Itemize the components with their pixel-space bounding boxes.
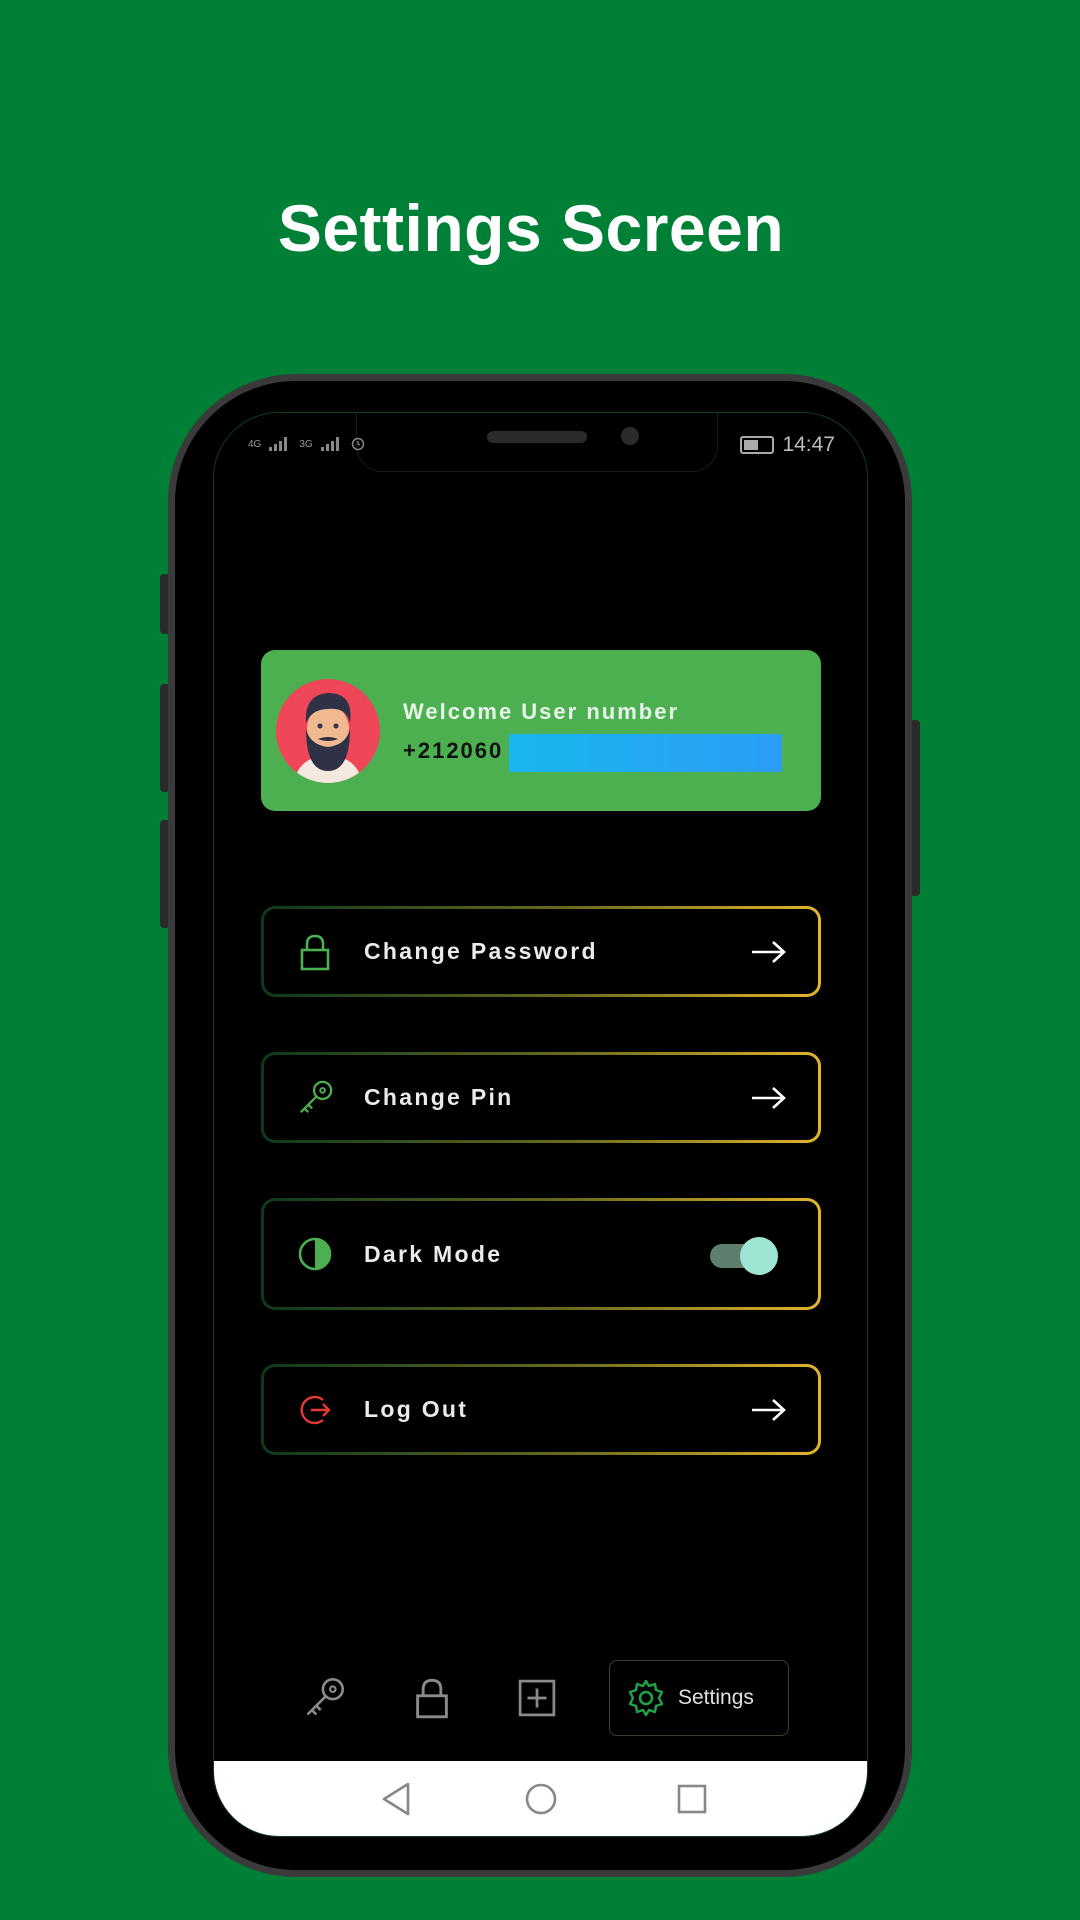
battery-icon	[740, 436, 775, 454]
status-right: 14:47	[740, 433, 835, 457]
log-out-button[interactable]: Log Out	[261, 1364, 821, 1455]
change-password-button[interactable]: Change Password	[261, 906, 821, 997]
redacted-number	[509, 734, 782, 772]
dark-mode-row: Dark Mode	[261, 1198, 821, 1310]
half-circle-icon	[296, 1234, 334, 1274]
toggle-knob	[740, 1237, 778, 1275]
page-title: Settings Screen	[277, 191, 785, 265]
bottom-nav: Settings	[214, 1658, 867, 1738]
arrow-right-icon	[752, 1398, 786, 1421]
signal-4g: 4G	[248, 438, 262, 450]
signal-3g: 3G	[299, 438, 313, 450]
lock-icon	[416, 1678, 448, 1719]
speaker	[487, 431, 587, 443]
nav-lock-button[interactable]	[402, 1658, 462, 1738]
phone-screen: 4G 3G 14:47 Welcome User number +212060	[213, 412, 868, 1837]
logout-icon	[296, 1390, 334, 1430]
status-left: 4G 3G	[248, 437, 365, 451]
key-icon	[296, 1078, 334, 1118]
arrow-right-icon	[752, 940, 786, 963]
signal-icon	[320, 437, 339, 451]
notch	[356, 413, 718, 472]
lock-icon	[296, 932, 334, 972]
menu-label: Dark Mode	[364, 1240, 503, 1267]
menu-label: Change Pin	[364, 1084, 514, 1110]
nav-key-button[interactable]	[294, 1658, 354, 1738]
camera	[621, 427, 639, 445]
add-square-icon	[518, 1679, 556, 1717]
nav-settings-button[interactable]: Settings	[609, 1660, 789, 1736]
system-nav-bar	[214, 1761, 867, 1836]
signal-icon	[269, 437, 288, 451]
nav-add-button[interactable]	[507, 1658, 567, 1738]
phone-number: +212060	[403, 738, 504, 763]
alarm-icon	[351, 437, 364, 451]
home-nav-icon[interactable]	[524, 1782, 558, 1816]
menu-label: Change Password	[364, 938, 598, 964]
gear-icon	[628, 1679, 664, 1717]
arrow-right-icon	[752, 1086, 786, 1109]
profile-card: Welcome User number +212060	[261, 650, 821, 811]
change-pin-button[interactable]: Change Pin	[261, 1052, 821, 1143]
recents-nav-icon[interactable]	[676, 1783, 708, 1815]
avatar	[276, 679, 380, 783]
status-time: 14:47	[782, 433, 835, 456]
dark-mode-toggle[interactable]	[710, 1237, 778, 1275]
back-nav-icon[interactable]	[380, 1781, 412, 1817]
key-icon	[306, 1677, 345, 1716]
welcome-text: Welcome User number	[403, 699, 680, 724]
menu-label: Log Out	[364, 1396, 469, 1422]
nav-settings-label: Settings	[678, 1686, 754, 1709]
